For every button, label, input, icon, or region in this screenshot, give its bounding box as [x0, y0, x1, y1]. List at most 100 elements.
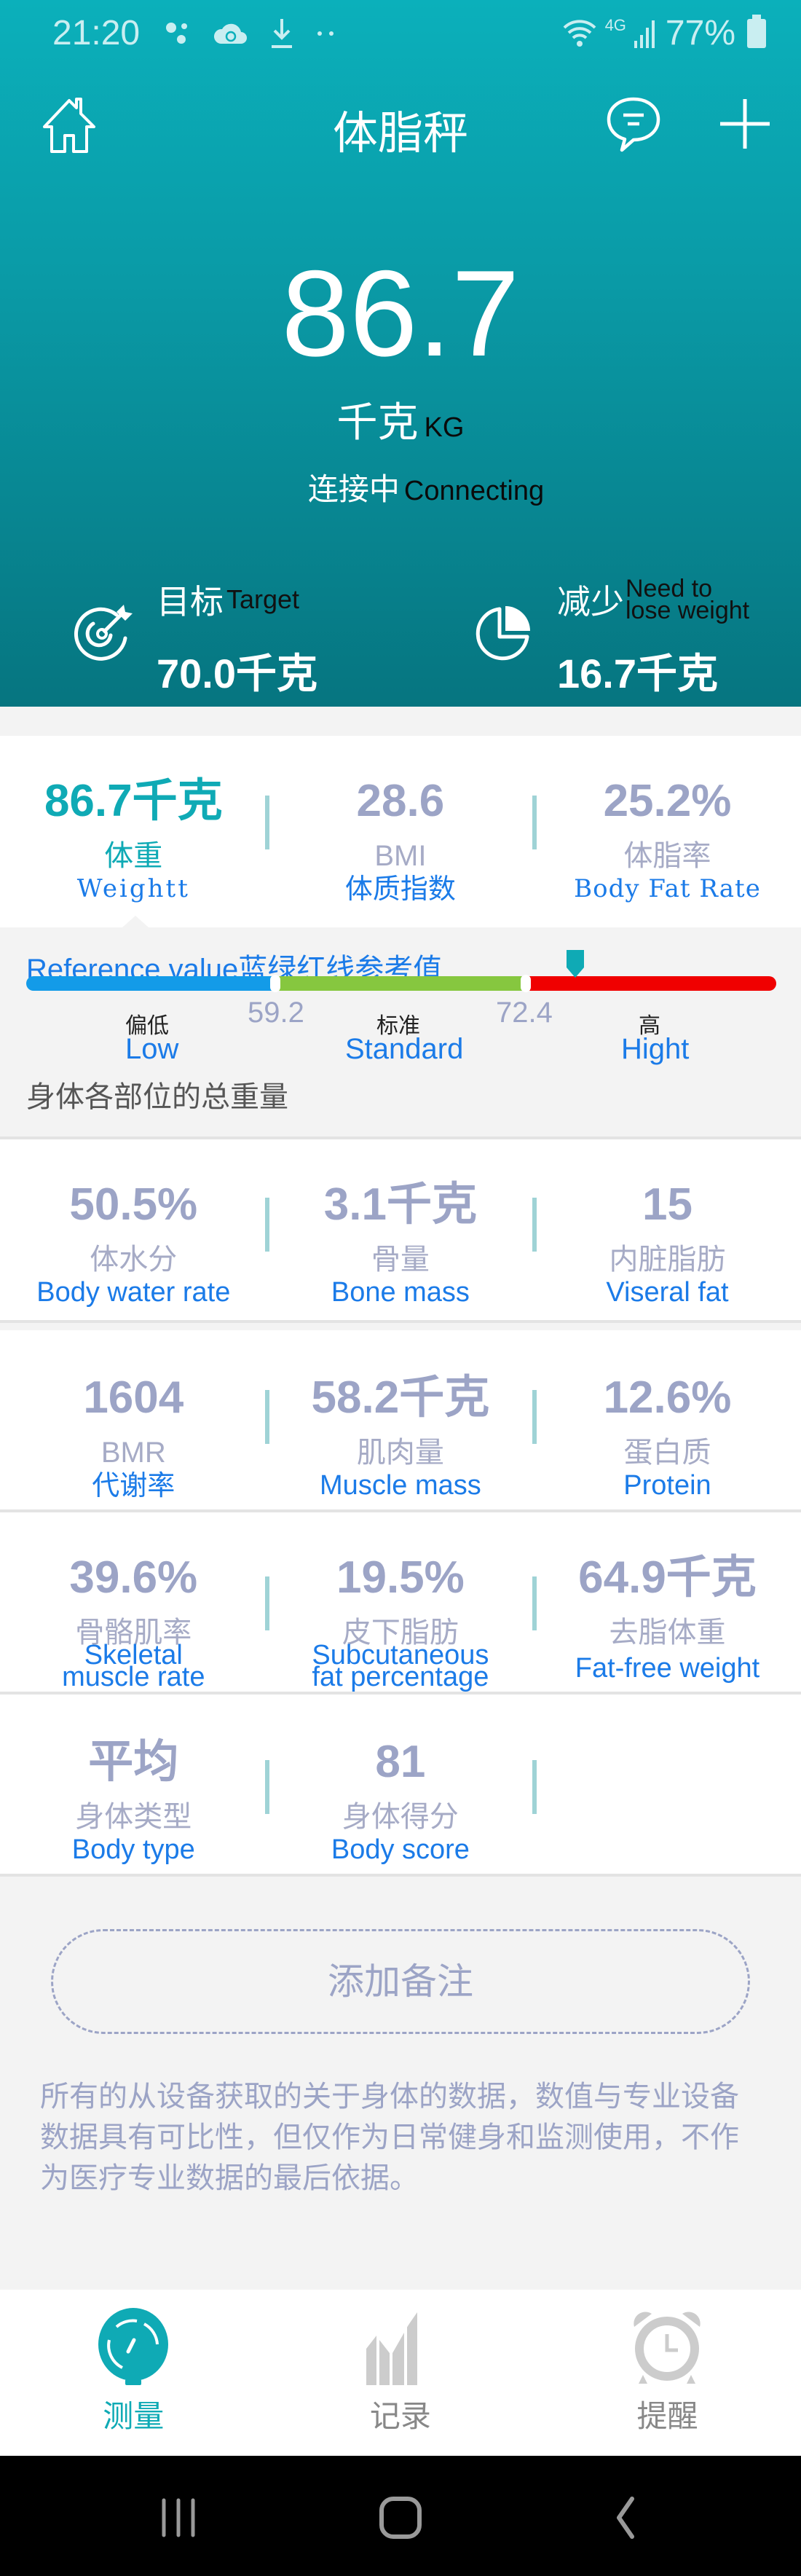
metric-label-en: Skeletal muscle rate	[0, 1641, 267, 1691]
threshold-low: 59.2	[248, 997, 304, 1029]
metric-label-en: 体质指数	[344, 873, 456, 905]
metric-value: 86.7千克	[44, 776, 223, 826]
chart-icon	[363, 2312, 417, 2385]
metric-bone-mass[interactable]: 3.1千克 骨量 Bone mass	[267, 1179, 534, 1308]
lose-value: 16.7千克	[557, 651, 718, 696]
metric-label-cn: 体水分	[90, 1244, 178, 1276]
metric-label-en-line2: muscle rate	[62, 1662, 205, 1692]
metric-value: 39.6%	[69, 1552, 198, 1603]
metric-label-cn: 蛋白质	[623, 1437, 711, 1469]
status-icons-right: 4G 77%	[561, 13, 766, 53]
divider	[0, 1874, 801, 1877]
threshold-knot	[270, 975, 280, 992]
wifi-icon	[563, 19, 596, 47]
metric-value: 1604	[83, 1373, 184, 1423]
divider	[0, 1320, 801, 1323]
segment-low	[26, 976, 275, 991]
connection-en: Connecting	[403, 476, 545, 506]
metric-label-en: Body score	[331, 1834, 470, 1865]
metric-value: 28.6	[356, 776, 445, 826]
metrics-row-4: 39.6% 骨骼肌率 Skeletal muscle rate 19.5% 皮下脂…	[0, 1552, 801, 1691]
metric-value: 50.5%	[69, 1179, 198, 1230]
metric-label-en: Body water rate	[36, 1277, 231, 1308]
metric-body-fat-rate[interactable]: 25.2% 体脂率 Body Fat Rate	[534, 776, 801, 904]
weight-unit: 千克 KG	[0, 390, 801, 449]
metric-value: 81	[375, 1737, 426, 1787]
target-label-en: Target	[226, 584, 300, 614]
recent-apps-icon[interactable]	[149, 2489, 208, 2547]
metric-body-water[interactable]: 50.5% 体水分 Body water rate	[0, 1179, 267, 1308]
pie-chart-icon	[476, 606, 530, 661]
unit-en: KG	[424, 412, 465, 443]
metrics-row-3: 1604 BMR 代谢率 58.2千克 肌肉量 Muscle mass 12.6…	[0, 1373, 801, 1501]
column-separator	[532, 1390, 537, 1444]
metric-protein[interactable]: 12.6% 蛋白质 Protein	[534, 1373, 801, 1501]
metric-muscle-mass[interactable]: 58.2千克 肌肉量 Muscle mass	[267, 1373, 534, 1501]
download-icon	[272, 19, 292, 48]
assistant-dots-icon	[166, 23, 187, 44]
metric-label-en-line2: fat percentage	[312, 1662, 489, 1692]
message-icon[interactable]	[604, 95, 663, 153]
metric-value: 3.1千克	[323, 1179, 477, 1230]
metric-label-cn: BMI	[374, 840, 427, 872]
metric-subcutaneous-fat[interactable]: 19.5% 皮下脂肪 Subcutaneous fat percentage	[267, 1552, 534, 1691]
metric-label-en: Muscle mass	[320, 1470, 481, 1501]
metric-bmi[interactable]: 28.6 BMI 体质指数	[267, 776, 534, 904]
metrics-card-4: 39.6% 骨骼肌率 Skeletal muscle rate 19.5% 皮下脂…	[0, 1512, 801, 1692]
metric-weight[interactable]: 86.7千克 体重 Weightt	[0, 776, 267, 904]
threshold-high: 72.4	[496, 997, 553, 1029]
segment-low-en: Low	[125, 1033, 179, 1065]
metric-label-en: Body Fat Rate	[574, 874, 761, 903]
metrics-card-5: 平均 身体类型 Body type 81 身体得分 Body score	[0, 1695, 801, 1874]
metric-body-score[interactable]: 81 身体得分 Body score	[267, 1737, 534, 1865]
lose-label-en-line2: lose weight	[626, 597, 750, 624]
column-separator	[532, 1576, 537, 1630]
lose-label-cn: 减少	[557, 583, 624, 621]
metric-value: 58.2千克	[311, 1373, 490, 1423]
lose-label-en: Need to lose weight	[626, 576, 750, 624]
current-weight: 86.7	[281, 245, 520, 382]
lose-label: 减少Need to lose weight	[557, 576, 749, 624]
metric-skeletal-muscle[interactable]: 39.6% 骨骼肌率 Skeletal muscle rate	[0, 1552, 267, 1691]
column-separator	[265, 1576, 269, 1630]
column-separator	[265, 1198, 269, 1252]
metrics-row-1: 86.7千克 体重 Weightt 28.6 BMI 体质指数 25.2% 体脂…	[0, 776, 801, 904]
title-bar: 体脂秤	[0, 80, 801, 168]
battery-icon	[747, 14, 766, 48]
metrics-card-3: 1604 BMR 代谢率 58.2千克 肌肉量 Muscle mass 12.6…	[0, 1330, 801, 1509]
threshold-knot	[521, 975, 531, 992]
metric-empty	[534, 1737, 801, 1865]
tab-reminder[interactable]: 提醒	[534, 2290, 801, 2456]
metric-visceral-fat[interactable]: 15 内脏脂肪 Viseral fat	[534, 1179, 801, 1308]
tab-measure[interactable]: 测量	[0, 2290, 267, 2456]
network-type: 4G	[604, 16, 626, 34]
target-weight: 目标 Target 70.0千克	[73, 568, 408, 696]
home-nav-icon[interactable]	[371, 2489, 430, 2547]
plus-icon[interactable]	[717, 96, 773, 152]
segment-high	[526, 976, 776, 991]
target-label-cn: 目标	[157, 583, 224, 621]
segment-high-en: Hight	[621, 1033, 690, 1065]
add-note-button[interactable]: 添加备注	[51, 1929, 750, 2034]
metrics-row-2: 50.5% 体水分 Body water rate 3.1千克 骨量 Bone …	[0, 1179, 801, 1308]
metric-label-cn: 体脂率	[623, 840, 711, 872]
metric-fat-free-weight[interactable]: 64.9千克 去脂体重 Fat-free weight	[534, 1552, 801, 1688]
back-icon[interactable]	[597, 2489, 655, 2547]
tab-records[interactable]: 记录	[267, 2290, 534, 2456]
metric-body-type[interactable]: 平均 身体类型 Body type	[0, 1737, 267, 1865]
segment-standard	[275, 976, 526, 991]
reference-range: Reference value蓝绿红线参考值 偏低 59.2 标准 72.4 高…	[0, 916, 801, 1139]
status-time: 21:20	[52, 14, 141, 52]
reference-bar	[26, 950, 776, 992]
metrics-row-5: 平均 身体类型 Body type 81 身体得分 Body score	[0, 1737, 801, 1865]
column-separator	[265, 1760, 269, 1814]
current-value-marker	[567, 950, 584, 978]
battery-percent: 77%	[665, 14, 735, 52]
more-dots-icon	[317, 31, 334, 36]
metric-label-cn: BMR	[100, 1437, 166, 1469]
header: 21:20 4G 77% 体脂秤 86.7 千克 KG 连接中 Connecti…	[0, 0, 801, 707]
page-title: 体脂秤	[332, 109, 468, 159]
metric-bmr[interactable]: 1604 BMR 代谢率	[0, 1373, 267, 1501]
metric-label-cn: 肌肉量	[356, 1437, 444, 1469]
metric-label-en: Subcutaneous fat percentage	[267, 1641, 534, 1691]
